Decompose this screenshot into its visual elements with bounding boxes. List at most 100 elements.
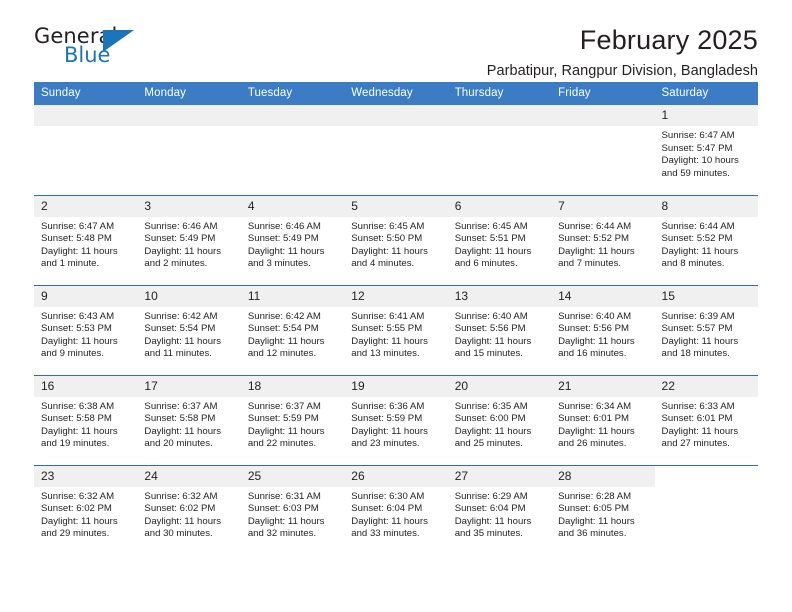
- sunset-text: Sunset: 5:49 PM: [144, 233, 216, 245]
- day-number: 17: [137, 375, 241, 397]
- daylight-text-line1: Daylight: 11 hours: [41, 515, 118, 527]
- day-details: Sunrise: 6:45 AM Sunset: 5:51 PM Daylight:…: [448, 217, 551, 271]
- day-details: Sunrise: 6:43 AM Sunset: 5:53 PM Daylight:…: [34, 307, 137, 361]
- sunset-text: Sunset: 6:01 PM: [558, 413, 630, 425]
- day-details: Sunrise: 6:29 AM Sunset: 6:04 PM Daylight:…: [448, 487, 551, 541]
- sunrise-text: Sunrise: 6:29 AM: [454, 490, 528, 502]
- day-number: 27: [447, 465, 552, 487]
- day-details: Sunrise: 6:28 AM Sunset: 6:05 PM Daylight:…: [551, 487, 654, 541]
- day-number: 2: [34, 195, 138, 217]
- daylight-text-line1: Daylight: 11 hours: [247, 425, 325, 437]
- day-cell[interactable]: 9 Sunrise: 6:43 AM Sunset: 5:53 PM Daylight…: [34, 284, 138, 375]
- day-number: 8: [654, 195, 758, 217]
- day-details: Sunrise: 6:37 AM Sunset: 5:59 PM Daylight:…: [241, 397, 344, 451]
- day-cell[interactable]: 2 Sunrise: 6:47 AM Sunset: 5:48 PM Daylight…: [34, 194, 138, 285]
- day-details: Sunrise: 6:38 AM Sunset: 5:58 PM Daylight:…: [34, 397, 137, 451]
- day-number: 23: [34, 465, 138, 487]
- daylight-text-line1: Daylight: 11 hours: [558, 335, 635, 347]
- day-cell[interactable]: 25 Sunrise: 6:31 AM Sunset: 6:03 PM Dayligh…: [240, 464, 345, 555]
- sunset-text: Sunset: 5:49 PM: [247, 233, 319, 245]
- weekday-header-monday: Monday: [137, 82, 241, 105]
- day-cell[interactable]: 20 Sunrise: 6:35 AM Sunset: 6:00 PM Dayligh…: [447, 374, 552, 465]
- daylight-text-line1: Daylight: 11 hours: [351, 335, 428, 347]
- sunrise-text: Sunrise: 6:44 AM: [661, 220, 735, 232]
- day-cell[interactable]: 13 Sunrise: 6:40 AM Sunset: 5:56 PM Dayligh…: [447, 284, 552, 375]
- day-number: 1: [654, 105, 758, 126]
- daylight-text-line1: Daylight: 11 hours: [41, 425, 118, 437]
- calendar-page: General Blue February 2025 Parbatipur, R…: [0, 0, 792, 612]
- day-details: Sunrise: 6:35 AM Sunset: 6:00 PM Daylight:…: [448, 397, 551, 451]
- day-number: 15: [654, 285, 758, 307]
- day-details: Sunrise: 6:40 AM Sunset: 5:56 PM Daylight:…: [448, 307, 551, 361]
- daylight-text-line1: Daylight: 11 hours: [454, 425, 532, 437]
- day-cell[interactable]: 22 Sunrise: 6:33 AM Sunset: 6:01 PM Dayligh…: [654, 374, 758, 465]
- day-number: 21: [551, 375, 655, 397]
- day-number: 26: [344, 465, 448, 487]
- general-blue-logo[interactable]: General Blue: [34, 26, 144, 78]
- daylight-text-line1: Daylight: 11 hours: [351, 425, 428, 437]
- daylight-text-line2: and 29 minutes.: [41, 528, 110, 540]
- day-details: Sunrise: 6:47 AM Sunset: 5:48 PM Daylight:…: [34, 217, 137, 271]
- sunset-text: Sunset: 6:04 PM: [454, 503, 526, 515]
- daylight-text-line1: Daylight: 11 hours: [454, 335, 532, 347]
- day-cell[interactable]: 19 Sunrise: 6:36 AM Sunset: 5:59 PM Dayligh…: [344, 374, 448, 465]
- day-cell[interactable]: 5 Sunrise: 6:45 AM Sunset: 5:50 PM Daylight…: [344, 194, 448, 285]
- weekday-header-sunday: Sunday: [34, 82, 138, 105]
- day-cell[interactable]: 23 Sunrise: 6:32 AM Sunset: 6:02 PM Dayligh…: [34, 464, 138, 555]
- daylight-text-line2: and 16 minutes.: [558, 348, 627, 360]
- day-cell[interactable]: 6 Sunrise: 6:45 AM Sunset: 5:51 PM Daylight…: [447, 194, 552, 285]
- sunset-text: Sunset: 6:02 PM: [144, 503, 216, 515]
- sunset-text: Sunset: 5:56 PM: [454, 323, 526, 335]
- day-details: Sunrise: 6:46 AM Sunset: 5:49 PM Daylight:…: [137, 217, 240, 271]
- day-cell[interactable]: 11 Sunrise: 6:42 AM Sunset: 5:54 PM Dayligh…: [240, 284, 345, 375]
- day-cell[interactable]: 17 Sunrise: 6:37 AM Sunset: 5:58 PM Dayligh…: [137, 374, 241, 465]
- weekday-header-thursday: Thursday: [447, 82, 552, 105]
- sunset-text: Sunset: 5:58 PM: [144, 413, 216, 425]
- day-cell[interactable]: 18 Sunrise: 6:37 AM Sunset: 5:59 PM Dayligh…: [240, 374, 345, 465]
- day-details: Sunrise: 6:41 AM Sunset: 5:55 PM Daylight:…: [344, 307, 447, 361]
- sunrise-text: Sunrise: 6:42 AM: [247, 310, 321, 322]
- day-details: Sunrise: 6:33 AM Sunset: 6:01 PM Daylight:…: [655, 397, 758, 451]
- daylight-text-line1: Daylight: 11 hours: [558, 245, 635, 257]
- sunset-text: Sunset: 5:58 PM: [41, 413, 112, 425]
- daylight-text-line1: Daylight: 11 hours: [661, 335, 739, 347]
- weekday-header-tuesday: Tuesday: [240, 82, 345, 105]
- day-cell[interactable]: 3 Sunrise: 6:46 AM Sunset: 5:49 PM Daylight…: [137, 194, 241, 285]
- day-details: Sunrise: 6:30 AM Sunset: 6:04 PM Daylight:…: [344, 487, 447, 541]
- day-cell[interactable]: 14 Sunrise: 6:40 AM Sunset: 5:56 PM Dayligh…: [551, 284, 655, 375]
- weekday-header-saturday: Saturday: [654, 82, 758, 105]
- daylight-text-line1: Daylight: 11 hours: [454, 245, 532, 257]
- day-cell[interactable]: 27 Sunrise: 6:29 AM Sunset: 6:04 PM Dayligh…: [447, 464, 552, 555]
- day-cell[interactable]: 4 Sunrise: 6:46 AM Sunset: 5:49 PM Daylight…: [240, 194, 345, 285]
- sunset-text: Sunset: 6:03 PM: [247, 503, 319, 515]
- day-cell[interactable]: 1 Sunrise: 6:47 AM Sunset: 5:47 PM Daylight…: [654, 105, 758, 195]
- sunset-text: Sunset: 6:02 PM: [41, 503, 112, 515]
- day-number: 24: [137, 465, 241, 487]
- day-cell[interactable]: 7 Sunrise: 6:44 AM Sunset: 5:52 PM Daylight…: [551, 194, 655, 285]
- day-cell[interactable]: 26 Sunrise: 6:30 AM Sunset: 6:04 PM Dayligh…: [344, 464, 448, 555]
- sunrise-text: Sunrise: 6:34 AM: [558, 400, 632, 412]
- day-cell[interactable]: 24 Sunrise: 6:32 AM Sunset: 6:02 PM Dayligh…: [137, 464, 241, 555]
- logo-text-blue: Blue: [64, 43, 111, 67]
- day-number: 22: [654, 375, 758, 397]
- day-number-band: [240, 105, 345, 126]
- sunset-text: Sunset: 6:05 PM: [558, 503, 630, 515]
- day-cell[interactable]: 12 Sunrise: 6:41 AM Sunset: 5:55 PM Dayligh…: [344, 284, 448, 375]
- day-number-band: [551, 105, 655, 126]
- daylight-text-line2: and 19 minutes.: [41, 438, 110, 450]
- day-cell[interactable]: 28 Sunrise: 6:28 AM Sunset: 6:05 PM Dayligh…: [551, 464, 655, 555]
- day-number: 11: [240, 285, 345, 307]
- weekday-header-friday: Friday: [551, 82, 655, 105]
- daylight-text-line2: and 27 minutes.: [661, 438, 730, 450]
- day-cell[interactable]: 15 Sunrise: 6:39 AM Sunset: 5:57 PM Dayligh…: [654, 284, 758, 375]
- day-cell[interactable]: 10 Sunrise: 6:42 AM Sunset: 5:54 PM Dayligh…: [137, 284, 241, 375]
- daylight-text-line1: Daylight: 11 hours: [351, 515, 428, 527]
- day-cell[interactable]: 8 Sunrise: 6:44 AM Sunset: 5:52 PM Daylight…: [654, 194, 758, 285]
- day-cell[interactable]: 21 Sunrise: 6:34 AM Sunset: 6:01 PM Dayligh…: [551, 374, 655, 465]
- daylight-text-line2: and 13 minutes.: [351, 348, 420, 360]
- day-cell[interactable]: 16 Sunrise: 6:38 AM Sunset: 5:58 PM Dayligh…: [34, 374, 138, 465]
- sunrise-text: Sunrise: 6:42 AM: [144, 310, 218, 322]
- day-number: 19: [344, 375, 448, 397]
- daylight-text-line1: Daylight: 11 hours: [144, 335, 222, 347]
- sunset-text: Sunset: 5:57 PM: [661, 323, 733, 335]
